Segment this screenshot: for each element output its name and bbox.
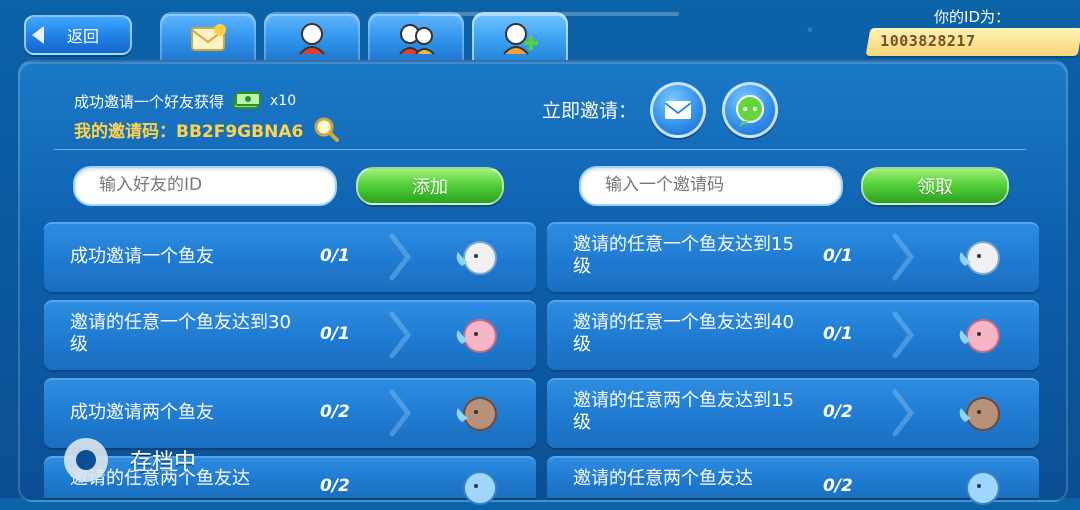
invite-now-label: 立即邀请： bbox=[542, 100, 638, 122]
task-progress: 0/2 bbox=[320, 476, 350, 496]
task-progress: 0/2 bbox=[320, 402, 350, 422]
chevron-right-icon bbox=[389, 389, 412, 437]
player-id-value: 1003828217 bbox=[880, 32, 976, 50]
fish-icon-white bbox=[959, 241, 1000, 275]
invite-reward: 成功邀请一个好友获得 x10 bbox=[74, 90, 296, 112]
fish-icon-pink bbox=[456, 319, 497, 353]
friend-id-field[interactable] bbox=[73, 166, 337, 206]
invite-code-value: BB2F9GBNA6 bbox=[176, 121, 304, 142]
task-progress: 0/1 bbox=[320, 324, 350, 344]
fish-icon-brown bbox=[959, 397, 1000, 431]
task-label: 邀请的任意两个鱼友达 bbox=[573, 468, 753, 489]
friend-id-input[interactable] bbox=[99, 175, 309, 195]
task-label: 邀请的任意一个鱼友达到15级 bbox=[573, 234, 794, 277]
single-friend-icon bbox=[299, 23, 325, 55]
chevron-right-icon bbox=[389, 233, 412, 281]
task-row[interactable]: 邀请的任意两个鱼友达 0/2 bbox=[547, 456, 1039, 505]
task-progress: 0/1 bbox=[823, 324, 853, 344]
back-button[interactable]: 返回 bbox=[24, 15, 132, 55]
invite-code-label: 我的邀请码： bbox=[74, 121, 176, 142]
task-progress: 0/2 bbox=[823, 402, 853, 422]
task-label: 成功邀请一个鱼友 bbox=[70, 246, 214, 267]
gear-icon bbox=[64, 438, 108, 482]
section-divider bbox=[54, 149, 1026, 150]
task-row[interactable]: 邀请的任意一个鱼友达到30级 0/1 bbox=[44, 300, 536, 370]
fish-icon-blue bbox=[966, 471, 1000, 505]
invite-via-chat-button[interactable] bbox=[722, 82, 778, 138]
task-label: 邀请的任意一个鱼友达到30级 bbox=[70, 312, 291, 355]
tab-add-friend[interactable] bbox=[419, 12, 679, 62]
add-friend-button-label: 添加 bbox=[412, 177, 448, 198]
task-label: 邀请的任意一个鱼友达到40级 bbox=[573, 312, 794, 355]
add-friend-icon bbox=[503, 23, 538, 55]
add-friend-button[interactable]: 添加 bbox=[356, 167, 504, 205]
invite-code-field[interactable] bbox=[579, 166, 843, 206]
cash-icon bbox=[233, 92, 262, 109]
fish-icon-brown bbox=[456, 397, 497, 431]
task-progress: 0/1 bbox=[320, 246, 350, 266]
task-progress: 0/2 bbox=[823, 476, 853, 496]
two-friends-icon bbox=[399, 24, 435, 55]
saving-indicator: 存档中 bbox=[64, 438, 196, 482]
player-id-label: 你的ID为： bbox=[934, 8, 1010, 26]
search-icon[interactable] bbox=[313, 116, 340, 142]
back-button-label: 返回 bbox=[66, 27, 99, 46]
tab-two-friends[interactable] bbox=[368, 12, 464, 62]
envelope-icon bbox=[664, 101, 692, 119]
claim-button[interactable]: 领取 bbox=[861, 167, 1009, 205]
chevron-right-icon bbox=[892, 311, 915, 359]
invite-reward-multiplier: x10 bbox=[270, 93, 297, 109]
tab-single-friend[interactable] bbox=[264, 12, 360, 62]
task-row[interactable]: 邀请的任意两个鱼友达到15级 0/2 bbox=[547, 378, 1039, 448]
chat-icon bbox=[736, 95, 764, 127]
task-row[interactable]: 邀请的任意一个鱼友达到15级 0/1 bbox=[547, 222, 1039, 292]
invite-code-input[interactable] bbox=[605, 175, 815, 195]
task-row[interactable]: 邀请的任意一个鱼友达到40级 0/1 bbox=[547, 300, 1039, 370]
invite-reward-text: 成功邀请一个好友获得 bbox=[74, 92, 225, 111]
chevron-right-icon bbox=[892, 233, 915, 281]
tab-mail[interactable] bbox=[160, 12, 256, 62]
task-label: 成功邀请两个鱼友 bbox=[70, 402, 214, 423]
invite-via-mail-button[interactable] bbox=[650, 82, 706, 138]
saving-text: 存档中 bbox=[130, 450, 197, 475]
task-progress: 0/1 bbox=[823, 246, 853, 266]
mail-icon bbox=[191, 24, 226, 51]
chevron-right-icon bbox=[892, 389, 915, 437]
fish-icon-white bbox=[456, 241, 497, 275]
task-row[interactable]: 成功邀请一个鱼友 0/1 bbox=[44, 222, 536, 292]
fish-icon-blue bbox=[463, 471, 497, 505]
task-label: 邀请的任意两个鱼友达到15级 bbox=[573, 390, 794, 433]
chevron-right-icon bbox=[389, 311, 412, 359]
player-id-box: 1003828217 bbox=[865, 28, 1080, 56]
invite-code-row: 我的邀请码：BB2F9GBNA6 bbox=[74, 116, 340, 142]
back-arrow-icon bbox=[32, 26, 44, 44]
fish-icon-pink bbox=[959, 319, 1000, 353]
claim-button-label: 领取 bbox=[917, 177, 953, 198]
